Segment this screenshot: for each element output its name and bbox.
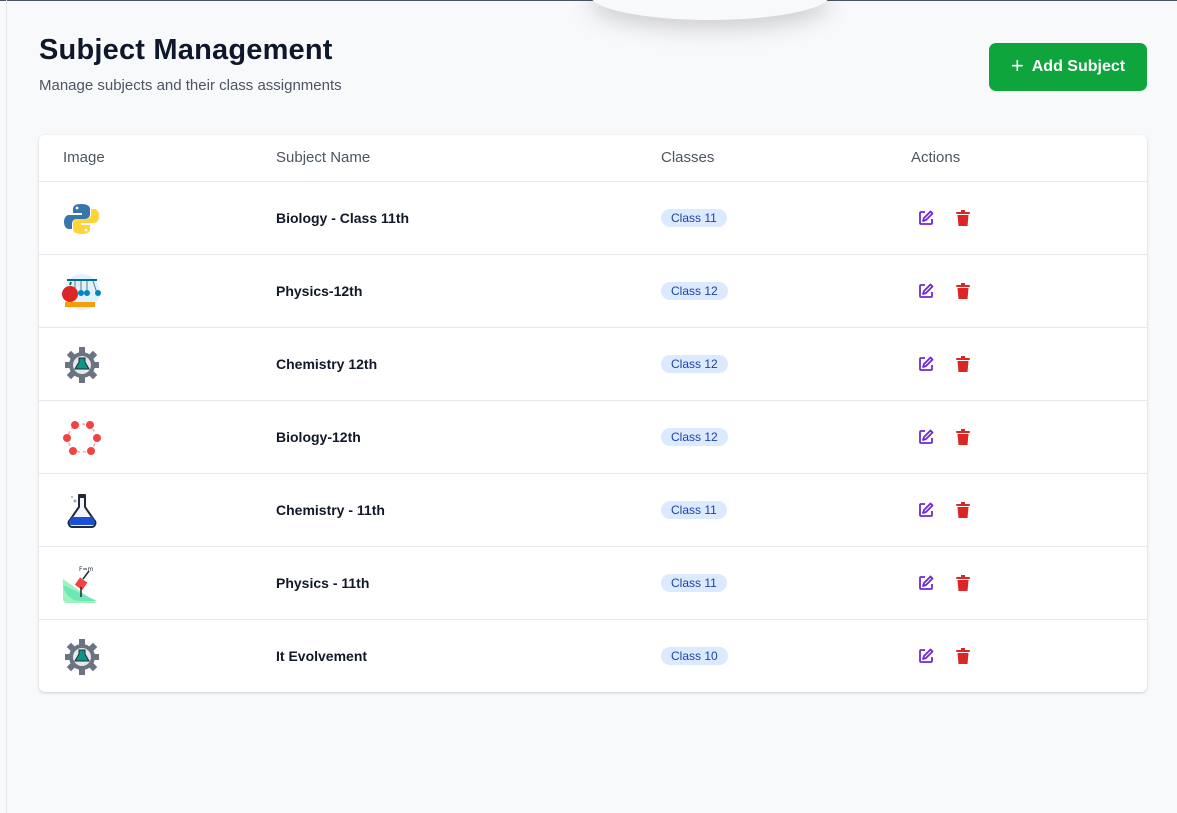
subject-name: Chemistry - 11th [276,502,385,518]
class-badge: Class 12 [661,355,728,373]
add-subject-button[interactable]: + Add Subject [989,43,1147,91]
table-row: Chemistry 12th Class 12 [39,328,1147,401]
table-header: Image Subject Name Classes Actions [39,135,1147,182]
subject-name: Biology - Class 11th [276,210,410,226]
trash-icon[interactable] [955,574,971,592]
trash-icon[interactable] [955,428,971,446]
add-subject-label: Add Subject [1031,58,1126,75]
header-subject-name: Subject Name [276,149,371,166]
edit-icon[interactable] [917,428,935,446]
subject-name: Chemistry 12th [276,356,378,372]
top-border [0,0,1177,1]
class-badge: Class 11 [661,574,727,592]
class-badge: Class 11 [661,501,727,519]
trash-icon[interactable] [955,647,971,665]
molecule-ring-icon [61,419,101,457]
page-title: Subject Management [39,34,333,66]
subject-name: Physics - 11th [276,575,370,591]
trash-icon[interactable] [955,209,971,227]
subjects-table: Image Subject Name Classes Actions Biolo… [39,135,1147,692]
table-row: It Evolvement Class 10 [39,620,1147,692]
class-badge: Class 10 [661,647,728,665]
edit-icon[interactable] [917,574,935,592]
class-badge: Class 12 [661,282,728,300]
page-subtitle: Manage subjects and their class assignme… [39,77,342,94]
newtons-cradle-icon [61,273,101,311]
edit-icon[interactable] [917,501,935,519]
table-row: Biology-12th Class 12 [39,401,1147,474]
header-classes: Classes [661,149,715,166]
force-diagram-icon: F=m [61,565,101,603]
header-actions: Actions [911,149,961,166]
trash-icon[interactable] [955,501,971,519]
page-header: Subject Management Manage subjects and t… [39,34,342,94]
table-row: Physics-12th Class 12 [39,255,1147,328]
gear-flask-icon [61,638,101,676]
trash-icon[interactable] [955,355,971,373]
svg-text:F=m: F=m [79,566,93,573]
edit-icon[interactable] [917,355,935,373]
edit-icon[interactable] [917,209,935,227]
python-logo-icon [61,200,101,238]
edit-icon[interactable] [917,282,935,300]
trash-icon[interactable] [955,282,971,300]
subject-name: It Evolvement [276,648,368,664]
table-row: F=m Physics - 11th Class 11 [39,547,1147,620]
table-row: Chemistry - 11th Class 11 [39,474,1147,547]
class-badge: Class 11 [661,209,727,227]
gear-flask-icon [61,346,101,384]
plus-icon: + [1010,53,1024,78]
edit-icon[interactable] [917,647,935,665]
flask-icon [61,492,101,530]
header-image: Image [63,149,105,166]
class-badge: Class 12 [661,428,728,446]
subject-name: Biology-12th [276,429,361,445]
subject-name: Physics-12th [276,283,363,299]
floating-shadow [590,0,830,20]
left-border [6,0,7,813]
table-row: Biology - Class 11th Class 11 [39,182,1147,255]
